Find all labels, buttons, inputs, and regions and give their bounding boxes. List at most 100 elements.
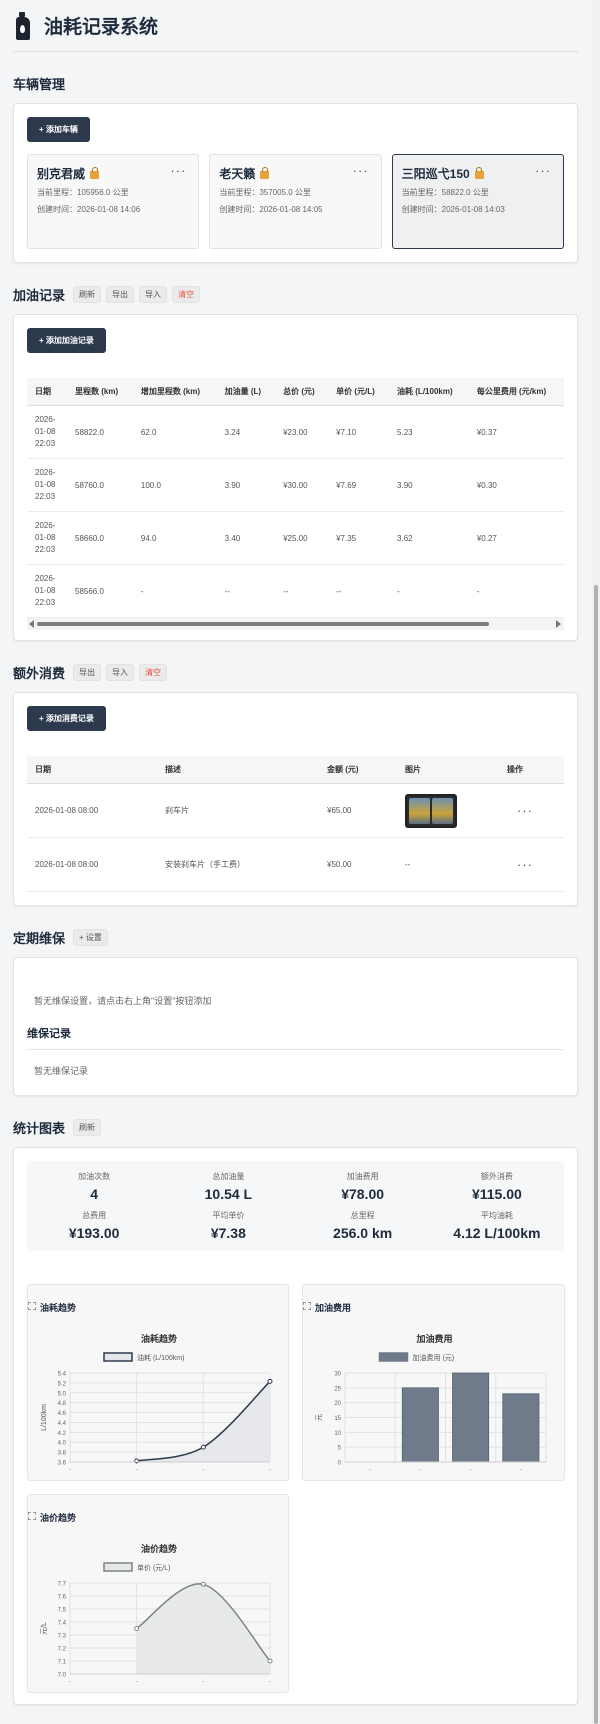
column-header[interactable]: 加油量 (L) <box>216 378 276 406</box>
table-cell: 58566.0 <box>67 564 133 618</box>
more-options-icon[interactable]: ··· <box>535 163 551 178</box>
more-options-icon[interactable]: ··· <box>517 803 533 818</box>
scroll-right-icon[interactable] <box>556 620 561 628</box>
column-header[interactable]: 油耗 (L/100km) <box>389 378 469 406</box>
table-cell: -- <box>216 564 276 618</box>
fuel-card: + 添加加油记录 日期 里程数 (km) 增加里程数 (km) 加油量 (L) … <box>13 314 578 641</box>
column-header[interactable]: 单价 (元/L) <box>328 378 390 406</box>
expand-icon[interactable] <box>303 1302 311 1310</box>
stat-value: 256.0 km <box>333 1225 393 1241</box>
column-header[interactable]: 每公里费用 (元/km) <box>468 378 564 406</box>
y-tick-label: 4.8 <box>58 1401 67 1407</box>
data-point <box>200 1444 206 1450</box>
vehicle-created: 创建时间：2026-01-08 14:06 <box>37 205 141 214</box>
add-vehicle-button[interactable]: + 添加车辆 <box>27 117 90 142</box>
date-cell: 2026- 01-08 22:03 <box>27 405 67 459</box>
y-tick-label: 5.2 <box>58 1381 67 1387</box>
stat-item: 总加油量 10.54 L <box>161 1171 295 1202</box>
x-tick-label: - <box>69 1679 71 1685</box>
vehicle-name: 别克君威 <box>37 167 86 181</box>
chart-svg: 油价趋势单价 (元/L) 元/L 7.0 7.1 7.2 7.3 7.4 7.5 7.6 7.7 -… <box>40 1543 273 1685</box>
more-options-icon[interactable]: ··· <box>170 163 186 178</box>
clear-button[interactable]: 清空 <box>172 286 201 303</box>
y-tick-label: 5.4 <box>58 1372 67 1378</box>
export-button[interactable]: 导出 <box>106 286 135 303</box>
y-tick-label: 4.0 <box>58 1441 67 1447</box>
add-expense-button[interactable]: + 添加消费记录 <box>27 706 106 731</box>
y-tick-label: 25 <box>334 1386 341 1392</box>
y-axis-label: 元 <box>315 1414 323 1421</box>
scrollbar-thumb[interactable] <box>37 622 489 626</box>
stat-label: 总里程 <box>350 1211 375 1220</box>
vehicle-card-selected[interactable]: 三阳巡弋150 ··· 当前里程：58822.0 公里 创建时间：2026-01… <box>391 154 564 249</box>
column-header[interactable]: 总价 (元) <box>275 378 329 406</box>
y-tick-label: 7.3 <box>58 1634 67 1640</box>
expense-image-thumbnail[interactable] <box>405 793 457 828</box>
expand-icon[interactable] <box>28 1302 36 1310</box>
column-header[interactable]: 里程数 (km) <box>67 378 133 406</box>
vehicle-card[interactable]: 别克君威 ··· 当前里程：105956.0 公里 创建时间：2026-01-0… <box>27 154 200 249</box>
clear-button[interactable]: 清空 <box>139 664 168 681</box>
lock-icon <box>90 166 100 179</box>
stat-label: 平均单价 <box>212 1211 245 1220</box>
y-tick-label: 15 <box>334 1416 341 1422</box>
vehicle-name-row: 三阳巡弋150 <box>402 165 554 182</box>
vehicles-section-header: 车辆管理 <box>13 74 578 93</box>
extra-section-header: 额外消费 导出 导入 清空 <box>13 663 578 682</box>
table-row: 2026- 01-08 22:03 58566.0- -- -- -- - - <box>27 564 564 618</box>
data-point <box>267 1378 273 1384</box>
x-tick-label: - <box>369 1467 371 1473</box>
refresh-button[interactable]: 刷新 <box>73 286 102 303</box>
vehicle-card[interactable]: 老天籁 ··· 当前里程：357005.0 公里 创建时间：2026-01-08… <box>209 154 382 249</box>
column-header[interactable]: 增加里程数 (km) <box>132 378 217 406</box>
stat-item: 额外消费 ¥115.00 <box>430 1171 564 1202</box>
stats-section-header: 统计图表 刷新 <box>13 1118 578 1137</box>
maintenance-records-empty: 暂无维保记录 <box>34 1066 89 1076</box>
vehicle-mileage: 当前里程：105956.0 公里 <box>37 188 129 197</box>
fuel-table: 日期 里程数 (km) 增加里程数 (km) 加油量 (L) 总价 (元) 单价… <box>27 378 564 618</box>
x-tick-label: - <box>69 1467 71 1473</box>
y-tick-label: 5.0 <box>58 1391 67 1397</box>
vehicle-name: 老天籁 <box>219 167 256 181</box>
vehicle-name: 三阳巡弋150 <box>401 167 470 181</box>
more-options-icon[interactable]: ··· <box>353 163 369 178</box>
stat-label: 额外消费 <box>480 1172 513 1181</box>
scroll-left-icon[interactable] <box>29 620 34 628</box>
import-button[interactable]: 导入 <box>139 286 168 303</box>
table-cell: ¥7.35 <box>328 511 390 565</box>
table-row: 2026-01-08 08:00 刹车片 ¥65.00 ··· <box>27 783 564 838</box>
page: 油耗记录系统 车辆管理 + 添加车辆 别克君威 ··· 当前里程：105956.… <box>13 0 578 1705</box>
data-point <box>267 1658 273 1664</box>
app-header: 油耗记录系统 <box>13 0 578 52</box>
table-header-row: 日期 里程数 (km) 增加里程数 (km) 加油量 (L) 总价 (元) 单价… <box>27 378 564 406</box>
legend-swatch <box>103 1562 133 1572</box>
stat-value: 10.54 L <box>204 1186 253 1202</box>
more-options-icon[interactable]: ··· <box>517 857 533 872</box>
table-cell: 58660.0 <box>67 511 133 565</box>
date-cell: 2026- 01-08 22:03 <box>27 511 67 565</box>
stat-label: 平均油耗 <box>480 1211 513 1220</box>
column-header: 图片 <box>397 756 499 784</box>
page-scrollbar[interactable] <box>592 0 600 1724</box>
scrollbar-thumb[interactable] <box>594 585 598 1724</box>
x-tick-label: - <box>202 1467 204 1473</box>
y-axis-label: L/100km <box>41 1404 48 1431</box>
section-title: 定期维保 <box>13 931 66 946</box>
expense-actions: ··· <box>499 783 564 838</box>
stat-value: ¥193.00 <box>68 1225 120 1241</box>
add-fuel-record-button[interactable]: + 添加加油记录 <box>27 328 106 353</box>
export-button[interactable]: 导出 <box>73 664 102 681</box>
expand-icon[interactable] <box>28 1512 36 1520</box>
expense-image-empty: -- <box>397 837 499 892</box>
refresh-button[interactable]: 刷新 <box>73 1119 102 1136</box>
column-header[interactable]: 日期 <box>27 378 67 406</box>
fuel-cost-chart-card: 加油费用 加油费用 (元) 元 0 5 10 15 20 25 30 - - - - 加油费用 <box>302 1284 565 1481</box>
table-horizontal-scrollbar[interactable] <box>27 618 564 630</box>
table-cell: - <box>389 564 469 618</box>
date-cell: 2026- 01-08 22:03 <box>27 458 67 512</box>
expense-date: 2026-01-08 08:00 <box>27 837 157 892</box>
maintenance-settings-button[interactable]: + 设置 <box>73 929 108 946</box>
import-button[interactable]: 导入 <box>106 664 135 681</box>
x-tick-label: - <box>269 1679 271 1685</box>
table-cell: ¥0.37 <box>468 405 564 459</box>
